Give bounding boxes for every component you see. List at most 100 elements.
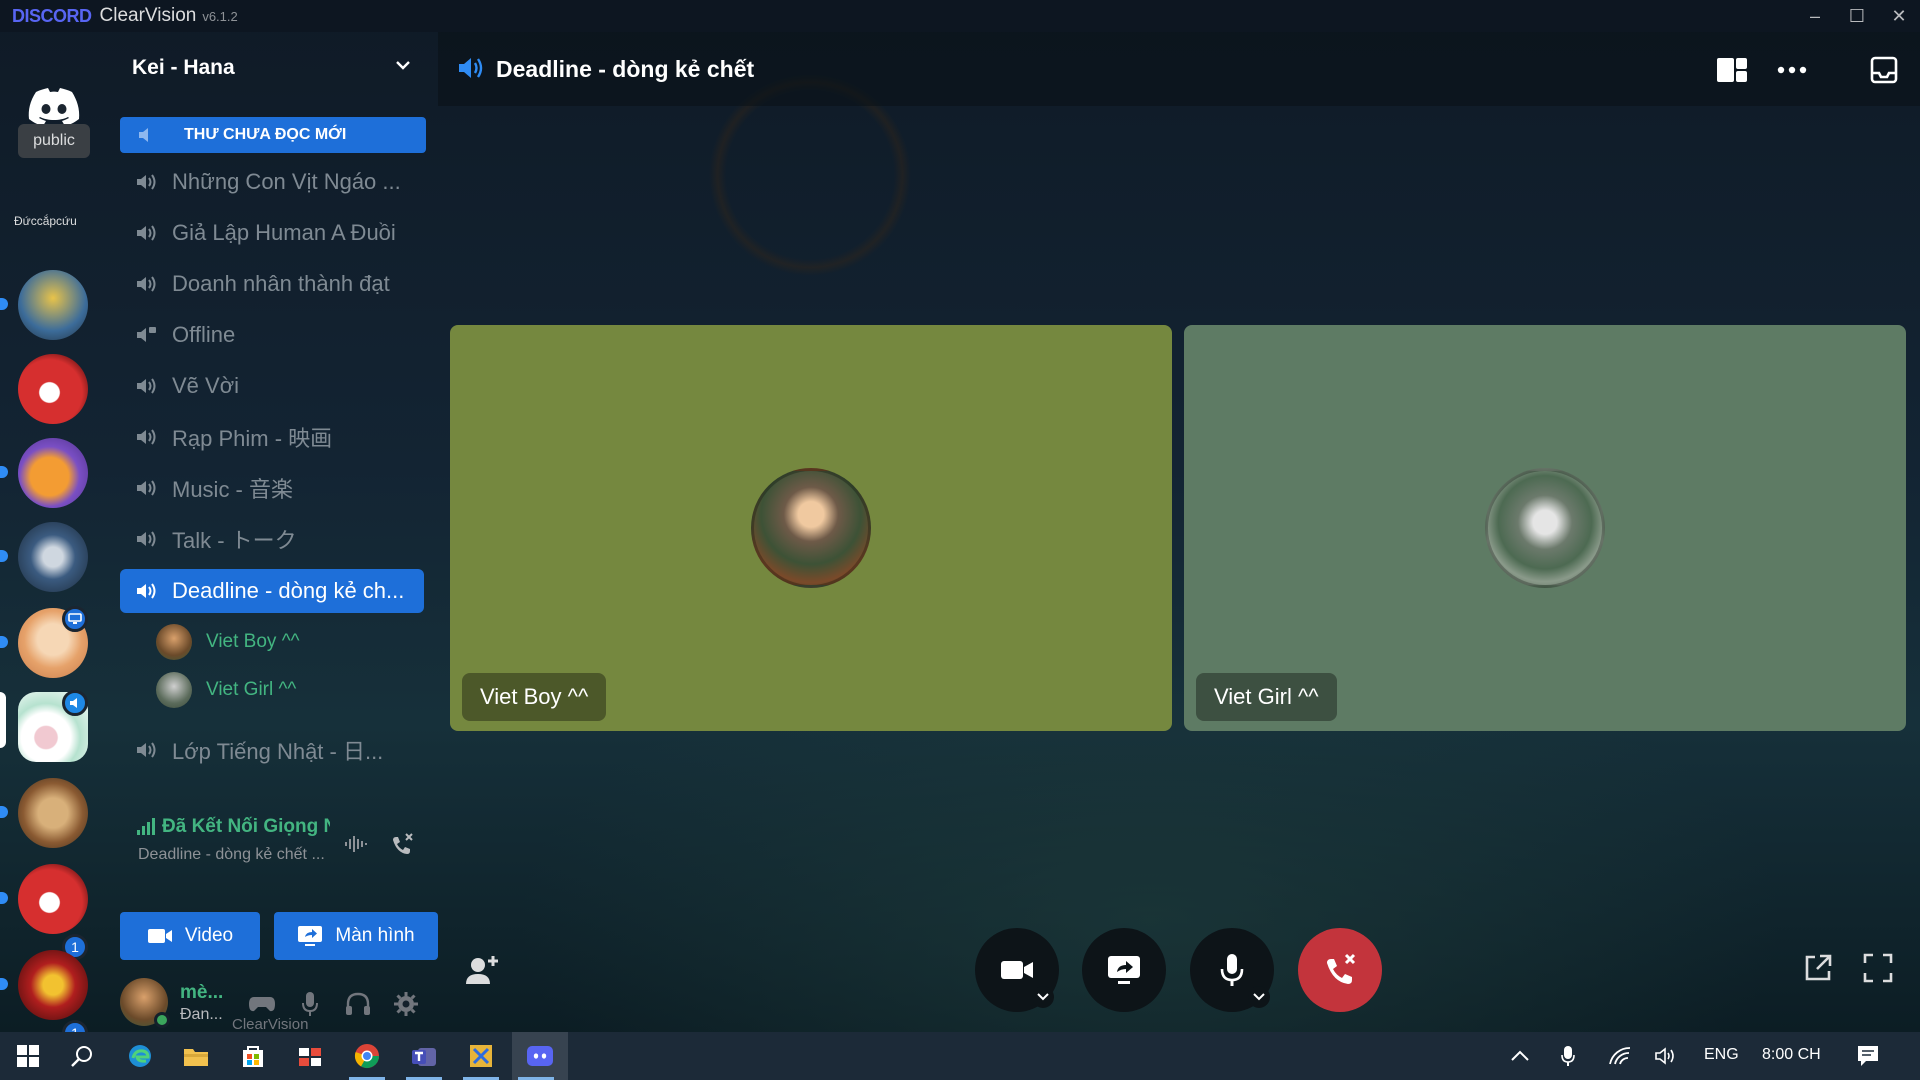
video-button-label: Video xyxy=(184,925,234,946)
discord-app[interactable] xyxy=(512,1032,568,1080)
channel-title: Deadline - dòng kẻ chết xyxy=(496,55,755,82)
notifications-button[interactable] xyxy=(1846,1032,1890,1080)
participant-avatar xyxy=(1485,468,1605,588)
public-label[interactable]: public xyxy=(18,124,90,158)
chevron-down-icon xyxy=(1253,993,1265,1001)
server-icon[interactable] xyxy=(18,522,88,592)
voice-status-label: Đã Kết Nối Giọng N xyxy=(162,816,330,837)
invite-button[interactable] xyxy=(462,950,502,990)
discord-icon xyxy=(527,1046,553,1066)
voice-channel[interactable]: Lớp Tiếng Nhật - 日... xyxy=(120,728,426,772)
participant-tile[interactable]: Viet Boy ^^ xyxy=(450,325,1172,731)
server-rail: public Đứccắpcứu 1 1 xyxy=(0,32,108,1046)
voice-channel[interactable]: Offline xyxy=(120,313,426,357)
camera-options-caret[interactable] xyxy=(1032,986,1054,1008)
wifi-icon xyxy=(1609,1047,1631,1065)
clock[interactable]: 8:00 CH xyxy=(1762,1046,1821,1064)
discord-logo: DISCORD xyxy=(12,5,92,26)
app-launcher[interactable] xyxy=(286,1032,334,1080)
pop-out-button[interactable] xyxy=(1798,948,1838,988)
teams-app[interactable] xyxy=(400,1032,448,1080)
participant-tile[interactable]: Viet Girl ^^ xyxy=(1184,325,1906,731)
noise-suppression-button[interactable] xyxy=(340,828,372,860)
username[interactable]: mè... xyxy=(180,982,223,1004)
speaker-icon xyxy=(137,742,156,758)
guild-name: Kei - Hana xyxy=(132,56,235,79)
video-button[interactable]: Video xyxy=(120,912,260,960)
edge-app[interactable] xyxy=(116,1032,164,1080)
voice-channel[interactable]: Doanh nhân thành đạt xyxy=(120,262,426,306)
screen-share-button[interactable]: Màn hình xyxy=(274,912,438,960)
screen-share-button-label: Màn hình xyxy=(335,925,415,946)
chevron-up-icon xyxy=(1511,1050,1529,1061)
search-button[interactable] xyxy=(58,1032,106,1080)
title-bar: DISCORD ClearVision v6.1.2 – ☐ ✕ xyxy=(0,0,1920,32)
minimize-icon[interactable]: – xyxy=(1794,0,1836,32)
participant-avatar xyxy=(751,468,871,588)
window-controls: – ☐ ✕ xyxy=(1794,0,1920,32)
speaker-icon xyxy=(137,531,156,547)
user-settings-button[interactable] xyxy=(388,986,424,1022)
voice-channel-active[interactable]: Deadline - dòng kẻ ch... xyxy=(120,569,424,613)
server-icon[interactable] xyxy=(18,778,88,848)
voice-channel[interactable]: Giả Lập Human A Đuồi xyxy=(120,211,426,255)
volume-tray-icon[interactable] xyxy=(1646,1032,1686,1080)
voice-user[interactable]: Viet Boy ^^ xyxy=(156,622,300,662)
user-status: Đan... xyxy=(180,1006,223,1023)
voice-channel[interactable]: Vẽ Vời xyxy=(120,364,426,408)
end-call-button[interactable] xyxy=(1298,928,1382,1012)
disconnect-button[interactable] xyxy=(386,828,418,860)
server-icon[interactable] xyxy=(18,950,88,1020)
language-indicator[interactable]: ENG xyxy=(1704,1046,1739,1064)
layout-toggle-button[interactable] xyxy=(1712,50,1752,90)
voice-user-name: Viet Boy ^^ xyxy=(206,631,300,652)
locked-speaker-icon xyxy=(137,327,156,342)
server-icon[interactable] xyxy=(18,438,88,508)
voice-user[interactable]: Viet Girl ^^ xyxy=(156,670,296,710)
unread-dot xyxy=(0,636,8,648)
server-icon[interactable] xyxy=(18,354,88,424)
file-explorer-app[interactable] xyxy=(172,1032,220,1080)
participant-nameplate: Viet Girl ^^ xyxy=(1196,673,1337,721)
server-icon[interactable] xyxy=(18,864,88,934)
mic-options-caret[interactable] xyxy=(1248,986,1270,1008)
hang-up-icon xyxy=(393,833,413,854)
add-user-icon xyxy=(466,956,498,984)
voice-channel[interactable]: Talk - トーク xyxy=(120,517,426,561)
deafen-button[interactable] xyxy=(340,986,376,1022)
speaker-icon xyxy=(137,174,156,190)
voice-status[interactable]: Đã Kết Nối Giọng N xyxy=(136,816,330,838)
voice-channel[interactable]: Những Con Vịt Ngáo ... xyxy=(120,160,426,204)
maximize-icon[interactable]: ☐ xyxy=(1836,0,1878,32)
chevron-down-icon xyxy=(396,61,410,70)
channel-label: Vẽ Vời xyxy=(172,373,240,398)
unread-messages-banner[interactable]: THƯ CHƯA ĐỌC MỚI xyxy=(120,117,426,153)
selected-server-indicator xyxy=(0,692,6,748)
headphones-icon xyxy=(346,992,370,1015)
voice-channel[interactable]: Rạp Phim - 映画 xyxy=(120,415,426,459)
monitor-icon xyxy=(68,613,82,624)
more-options-button[interactable] xyxy=(1772,50,1812,90)
store-app[interactable] xyxy=(229,1032,277,1080)
snipping-tool-app[interactable] xyxy=(457,1032,505,1080)
tray-overflow-button[interactable] xyxy=(1500,1032,1540,1080)
store-icon xyxy=(243,1046,263,1067)
server-icon[interactable] xyxy=(18,270,88,340)
clearvision-footer: ClearVision xyxy=(232,1016,309,1033)
microphone-icon xyxy=(1220,954,1244,986)
channel-label: Deadline - dòng kẻ ch... xyxy=(172,578,405,603)
mic-tray-icon[interactable] xyxy=(1548,1032,1588,1080)
guild-header[interactable]: Kei - Hana xyxy=(108,32,438,104)
voice-channel[interactable]: Music - 音楽 xyxy=(120,466,426,510)
chevron-down-icon xyxy=(1037,993,1049,1001)
fullscreen-button[interactable] xyxy=(1858,948,1898,988)
network-tray-icon[interactable] xyxy=(1600,1032,1640,1080)
unread-dot xyxy=(0,892,8,904)
inbox-button[interactable] xyxy=(1864,50,1904,90)
screen-share-toggle-button[interactable] xyxy=(1082,928,1166,1012)
speaker-icon xyxy=(137,276,156,292)
chrome-app[interactable] xyxy=(343,1032,391,1080)
start-button[interactable] xyxy=(4,1032,52,1080)
close-icon[interactable]: ✕ xyxy=(1878,0,1920,32)
scissors-icon xyxy=(470,1045,492,1067)
